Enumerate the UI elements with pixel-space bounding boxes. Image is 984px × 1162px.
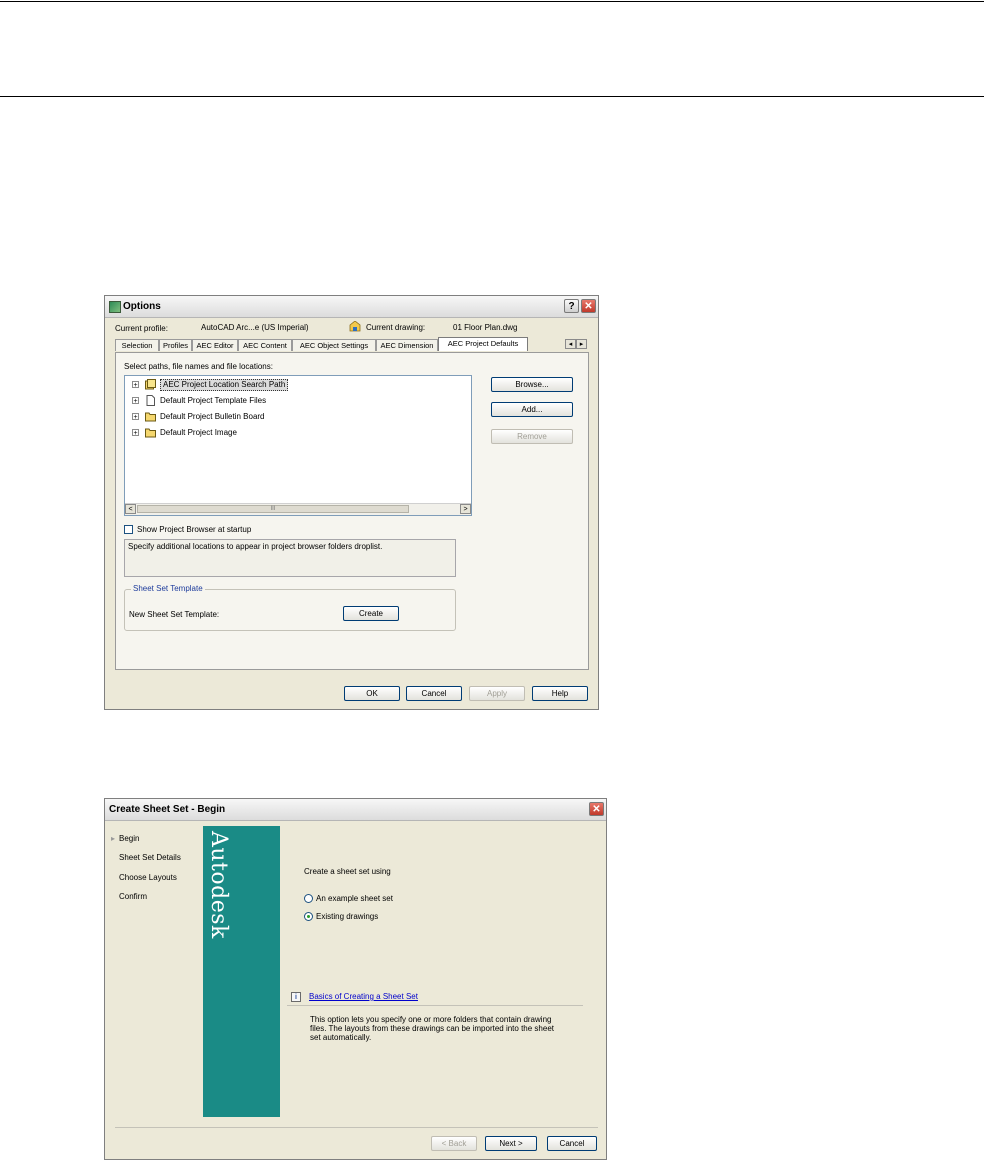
- cancel-button[interactable]: Cancel: [406, 686, 462, 701]
- help-icon[interactable]: ?: [564, 299, 579, 313]
- expand-icon[interactable]: +: [132, 429, 139, 437]
- tab-scroll-right-icon[interactable]: ▸: [576, 339, 587, 349]
- content-separator: [287, 1005, 583, 1006]
- search-path-icon: [145, 379, 156, 390]
- drawing-icon: [349, 320, 361, 332]
- tab-aec-dimension[interactable]: AEC Dimension: [376, 339, 438, 351]
- show-browser-label: Show Project Browser at startup: [137, 525, 252, 534]
- explanation-text: This option lets you specify one or more…: [310, 1015, 554, 1042]
- options-title: Options: [123, 301, 161, 312]
- tab-scroll-left-icon[interactable]: ◂: [565, 339, 576, 349]
- scroll-right-icon[interactable]: >: [460, 504, 471, 514]
- add-button[interactable]: Add...: [491, 402, 573, 417]
- wizard-steps: ▸ Begin Sheet Set Details Choose Layouts…: [111, 823, 201, 1123]
- radio-existing-label: Existing drawings: [316, 912, 379, 921]
- folder-icon: [145, 411, 156, 422]
- expand-icon[interactable]: +: [132, 413, 139, 421]
- tree-item-label: Default Project Template Files: [160, 396, 267, 405]
- sheet-set-template-group-label: Sheet Set Template: [131, 584, 205, 593]
- expand-icon[interactable]: +: [132, 397, 139, 405]
- tab-selection[interactable]: Selection: [115, 339, 159, 351]
- tree-item-label: Default Project Bulletin Board: [160, 412, 265, 421]
- step-choose-layouts: Choose Layouts: [119, 873, 177, 882]
- project-defaults-panel: Select paths, file names and file locati…: [115, 352, 589, 670]
- radio-example-sheet-set[interactable]: [304, 894, 313, 903]
- browse-button[interactable]: Browse...: [491, 377, 573, 392]
- step-sheet-set-details: Sheet Set Details: [119, 853, 181, 862]
- create-sheet-set-dialog: Create Sheet Set - Begin ✕ ▸ Begin Sheet…: [104, 798, 607, 1160]
- autodesk-brand-panel: Autodesk: [203, 826, 280, 1117]
- apply-button[interactable]: Apply: [469, 686, 525, 701]
- tab-aec-content[interactable]: AEC Content: [238, 339, 292, 351]
- sheet-set-title: Create Sheet Set - Begin: [109, 804, 226, 815]
- autodesk-logo: Autodesk: [206, 831, 231, 939]
- tree-item-project-image[interactable]: + Default Project Image: [125, 427, 465, 439]
- new-template-label: New Sheet Set Template:: [129, 610, 220, 619]
- radio-example-label: An example sheet set: [316, 894, 393, 903]
- step-begin: Begin: [119, 834, 140, 843]
- close-icon[interactable]: ✕: [581, 299, 596, 313]
- options-titlebar[interactable]: Options ? ✕: [105, 296, 598, 318]
- current-drawing-label: Current drawing:: [366, 323, 426, 332]
- tree-item-label: AEC Project Location Search Path: [160, 379, 289, 391]
- tab-aec-project-defaults[interactable]: AEC Project Defaults: [438, 337, 528, 351]
- current-profile-label: Current profile:: [115, 324, 168, 333]
- horizontal-scrollbar[interactable]: < III >: [125, 503, 471, 515]
- folder-icon: [145, 427, 156, 438]
- expand-icon[interactable]: +: [132, 381, 139, 389]
- header-rule: [0, 96, 984, 97]
- close-icon[interactable]: ✕: [589, 802, 604, 816]
- ok-button[interactable]: OK: [344, 686, 400, 701]
- footer-separator: [115, 1127, 598, 1128]
- remove-button[interactable]: Remove: [491, 429, 573, 444]
- options-dialog: Options ? ✕ Current profile: AutoCAD Arc…: [104, 295, 599, 710]
- next-button[interactable]: Next >: [485, 1136, 537, 1151]
- create-using-prompt: Create a sheet set using: [304, 867, 391, 876]
- scroll-left-icon[interactable]: <: [125, 504, 136, 514]
- tree-item-template-files[interactable]: + Default Project Template Files: [125, 395, 465, 407]
- tree-item-label: Default Project Image: [160, 428, 237, 437]
- basics-help-link[interactable]: Basics of Creating a Sheet Set: [309, 992, 418, 1001]
- paths-tree[interactable]: + AEC Project Location Search Path + Def…: [124, 375, 472, 516]
- tab-profiles[interactable]: Profiles: [159, 339, 192, 351]
- cancel-button[interactable]: Cancel: [547, 1136, 597, 1151]
- tab-aec-object-settings[interactable]: AEC Object Settings: [292, 339, 376, 351]
- current-drawing-value: 01 Floor Plan.dwg: [453, 323, 518, 332]
- description-box: Specify additional locations to appear i…: [124, 539, 456, 577]
- current-profile-value: AutoCAD Arc...e (US Imperial): [201, 323, 309, 332]
- top-rule: [0, 1, 984, 2]
- help-button[interactable]: Help: [532, 686, 588, 701]
- radio-existing-drawings[interactable]: [304, 912, 313, 921]
- tab-aec-editor[interactable]: AEC Editor: [192, 339, 238, 351]
- show-browser-checkbox[interactable]: [124, 525, 133, 534]
- info-icon: i: [291, 992, 301, 1002]
- create-button[interactable]: Create: [343, 606, 399, 621]
- tree-item-bulletin-board[interactable]: + Default Project Bulletin Board: [125, 411, 465, 423]
- document-icon: [145, 395, 156, 406]
- current-step-marker-icon: ▸: [111, 834, 116, 843]
- sheet-set-template-group: Sheet Set Template New Sheet Set Templat…: [124, 584, 456, 631]
- step-confirm: Confirm: [119, 892, 148, 901]
- back-button[interactable]: < Back: [431, 1136, 477, 1151]
- select-paths-label: Select paths, file names and file locati…: [124, 362, 273, 371]
- sheet-set-titlebar[interactable]: Create Sheet Set - Begin ✕: [105, 799, 606, 821]
- app-icon: [109, 301, 121, 313]
- tree-item-search-path[interactable]: + AEC Project Location Search Path: [125, 379, 465, 391]
- scroll-thumb[interactable]: III: [137, 505, 409, 513]
